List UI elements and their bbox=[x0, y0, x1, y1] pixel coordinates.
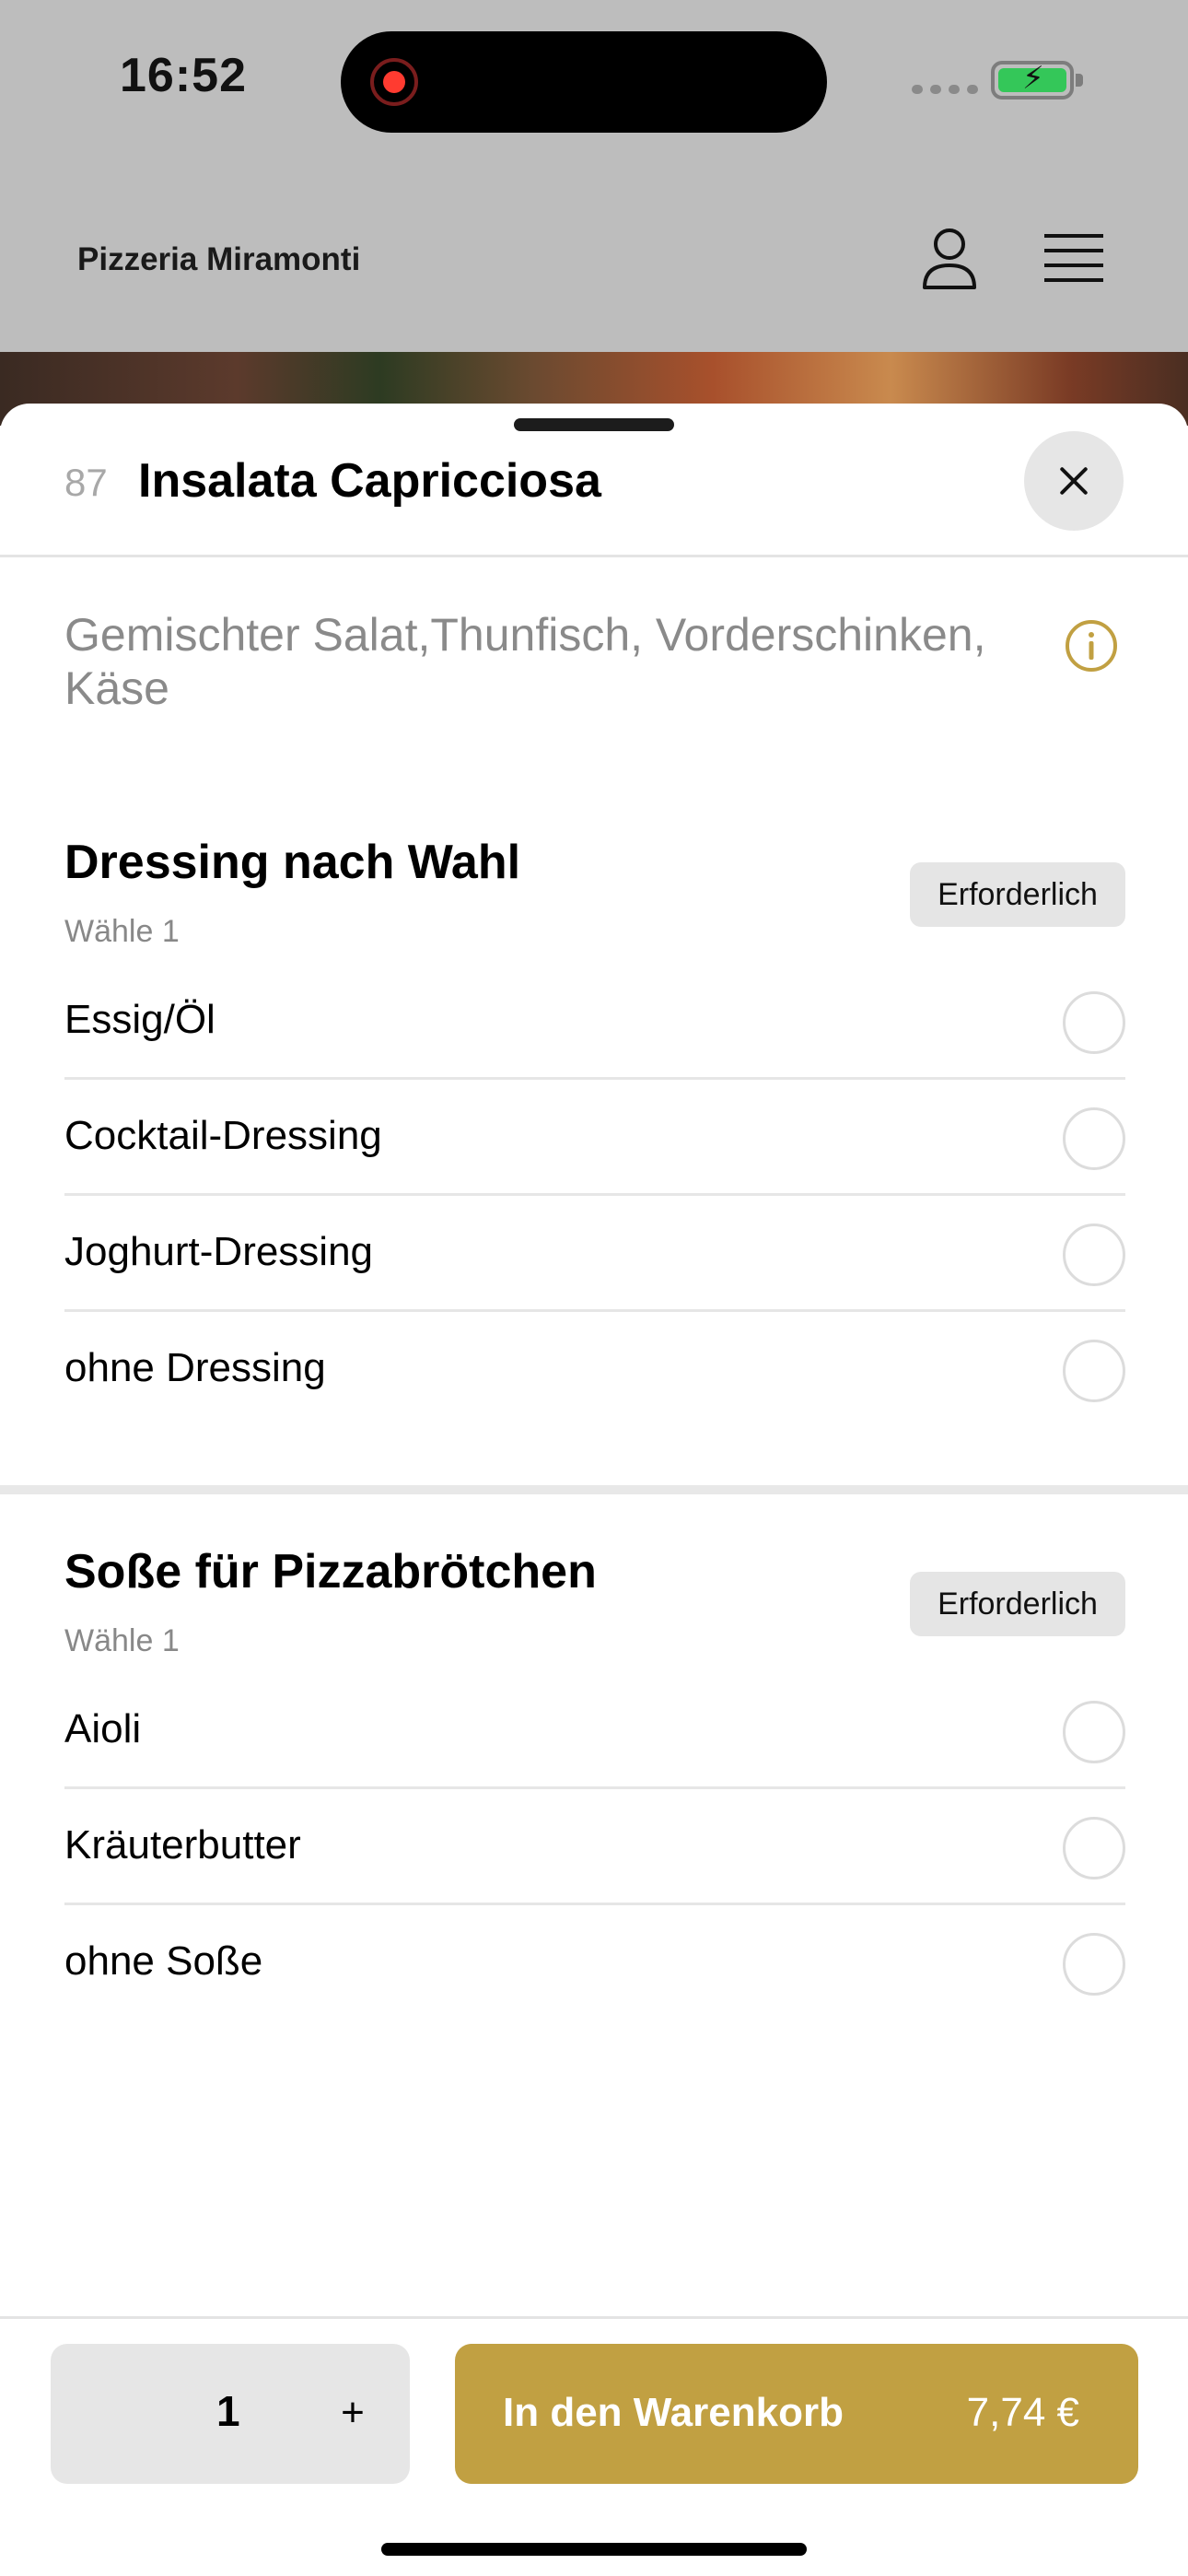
item-number: 87 bbox=[64, 461, 108, 504]
add-to-cart-label: In den Warenkorb bbox=[503, 2390, 844, 2435]
option-label: Cocktail-Dressing bbox=[64, 1113, 382, 1158]
home-indicator[interactable] bbox=[381, 2543, 807, 2556]
item-description: Gemischter Salat,Thunfisch, Vorderschink… bbox=[64, 609, 986, 714]
group-subtitle: Wähle 1 bbox=[64, 914, 180, 949]
quantity-value: 1 bbox=[216, 2387, 240, 2435]
radio-button[interactable] bbox=[1063, 1817, 1125, 1879]
hamburger-menu-icon[interactable] bbox=[1044, 232, 1103, 284]
divider bbox=[0, 555, 1188, 557]
section-divider bbox=[0, 1485, 1188, 1494]
battery-charging-icon: ⚡ bbox=[991, 61, 1083, 100]
quantity-stepper: 1 + bbox=[51, 2344, 410, 2484]
radio-button[interactable] bbox=[1063, 1340, 1125, 1402]
option-label: ohne Soße bbox=[64, 1938, 263, 1984]
option-ohne-sosse[interactable]: ohne Soße bbox=[64, 1905, 1125, 2021]
radio-button[interactable] bbox=[1063, 991, 1125, 1054]
add-to-cart-button[interactable]: In den Warenkorb 7,74 € bbox=[455, 2344, 1138, 2484]
group-title: Soße für Pizzabrötchen bbox=[64, 1545, 597, 1598]
group-subtitle: Wähle 1 bbox=[64, 1623, 180, 1658]
footer-divider bbox=[0, 2316, 1188, 2319]
option-kraeuterbutter[interactable]: Kräuterbutter bbox=[64, 1789, 1125, 1905]
option-label: Joghurt-Dressing bbox=[64, 1229, 374, 1274]
info-icon[interactable] bbox=[1065, 619, 1118, 673]
radio-button[interactable] bbox=[1063, 1701, 1125, 1763]
recording-indicator-icon bbox=[370, 58, 418, 106]
increment-button[interactable]: + bbox=[327, 2381, 379, 2445]
sheet-grabber[interactable] bbox=[514, 418, 674, 431]
option-label: ohne Dressing bbox=[64, 1345, 326, 1390]
required-badge: Erforderlich bbox=[910, 862, 1125, 927]
group-title: Dressing nach Wahl bbox=[64, 836, 521, 889]
background-app: 16:52 ⚡ Pizzeria Miramonti bbox=[0, 0, 1188, 405]
signal-icon bbox=[912, 85, 978, 94]
option-cocktail-dressing[interactable]: Cocktail-Dressing bbox=[64, 1080, 1125, 1196]
option-ohne-dressing[interactable]: ohne Dressing bbox=[64, 1312, 1125, 1428]
person-icon[interactable] bbox=[921, 227, 978, 291]
radio-button[interactable] bbox=[1063, 1224, 1125, 1286]
required-badge: Erforderlich bbox=[910, 1572, 1125, 1636]
radio-button[interactable] bbox=[1063, 1107, 1125, 1170]
option-essig-oel[interactable]: Essig/Öl bbox=[64, 964, 1125, 1080]
status-time: 16:52 bbox=[120, 49, 247, 102]
price: 7,74 € bbox=[966, 2390, 1079, 2435]
restaurant-name: Pizzeria Miramonti bbox=[77, 241, 361, 277]
radio-button[interactable] bbox=[1063, 1933, 1125, 1996]
option-label: Aioli bbox=[64, 1706, 142, 1751]
close-button[interactable] bbox=[1024, 431, 1124, 531]
option-label: Kräuterbutter bbox=[64, 1822, 301, 1868]
item-title: Insalata Capricciosa bbox=[138, 454, 601, 508]
option-label: Essig/Öl bbox=[64, 997, 215, 1042]
option-joghurt-dressing[interactable]: Joghurt-Dressing bbox=[64, 1196, 1125, 1312]
product-sheet: 87 Insalata Capricciosa Gemischter Salat… bbox=[0, 404, 1188, 2576]
option-aioli[interactable]: Aioli bbox=[64, 1673, 1125, 1789]
dynamic-island bbox=[341, 31, 827, 133]
